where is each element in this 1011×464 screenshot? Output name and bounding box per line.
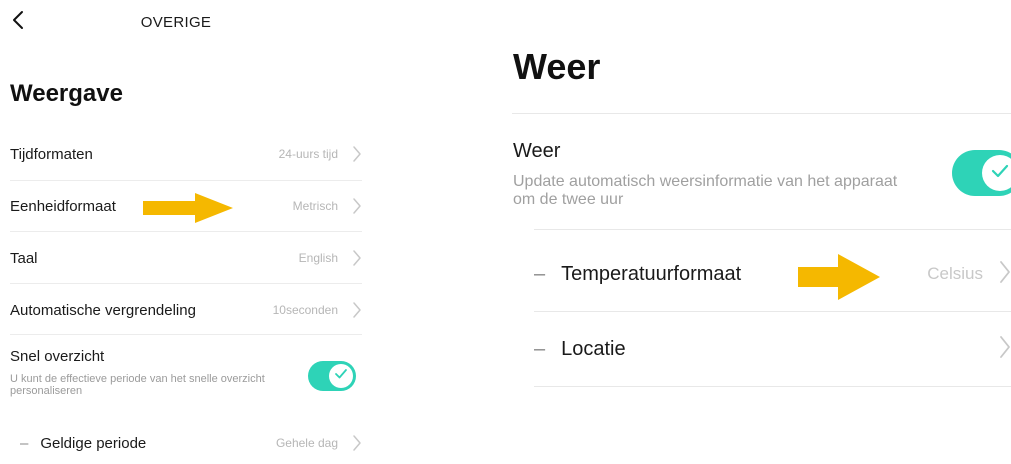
divider [534,229,1011,230]
weather-description: Update automatisch weersinformatie van h… [513,173,898,208]
quick-view-toggle[interactable] [308,361,356,391]
right-weather-panel: Weer Weer Update automatisch weersinform… [500,0,1011,464]
row-value: 24-uurs tijd [278,147,338,161]
divider [10,231,362,232]
row-location[interactable]: – Locatie [534,333,1011,365]
row-label: Automatische vergrendeling [10,301,196,319]
row-label: – Temperatuurformaat [534,263,741,286]
chevron-right-icon [352,434,362,452]
row-language[interactable]: Taal English [10,244,362,272]
sub-item-dash: – [534,262,546,285]
chevron-right-icon [352,145,362,163]
row-valid-period[interactable]: – Geldige periode Gehele dag [20,429,362,457]
sub-item-label: Temperatuurformaat [561,262,742,285]
section-title-weergave: Weergave [10,80,123,107]
arrow-right-icon [798,254,880,305]
row-auto-lock[interactable]: Automatische vergrendeling 10seconden [10,296,362,324]
toggle-knob [329,364,353,388]
sub-item-dash: – [534,337,546,360]
row-temperature-format[interactable]: – Temperatuurformaat Celsius [534,258,1011,290]
divider [534,311,1011,312]
divider [534,386,1011,387]
chevron-right-icon [352,301,362,319]
weather-label: Weer [513,140,561,162]
arrow-right-icon [143,193,233,228]
row-label: – Locatie [534,338,626,361]
divider [10,334,362,335]
row-value: Metrisch [292,199,338,213]
row-label: Taal [10,249,38,267]
row-label: Eenheidformaat [10,197,116,215]
sub-item-label: Locatie [561,337,626,360]
row-label: – Geldige periode [20,435,146,452]
quick-view-description: U kunt de effectieve periode van het sne… [10,373,265,397]
row-value: Gehele dag [275,436,338,450]
weather-toggle[interactable] [952,150,1011,196]
check-icon [990,163,1010,184]
chevron-right-icon [999,335,1011,364]
row-label: Tijdformaten [10,145,93,163]
chevron-right-icon [999,260,1011,289]
divider [512,113,1011,114]
row-value: English [298,251,338,265]
chevron-right-icon [352,197,362,215]
check-icon [334,367,348,385]
row-value: Celsius [927,264,983,283]
divider [10,283,362,284]
quick-view-label: Snel overzicht [10,348,105,365]
left-settings-panel: OVERIGE Weergave Tijdformaten 24-uurs ti… [0,0,372,464]
sub-item-dash: – [20,434,29,452]
page-title: OVERIGE [140,14,212,31]
section-title-weer: Weer [513,46,601,87]
divider [10,180,362,181]
row-time-format[interactable]: Tijdformaten 24-uurs tijd [10,140,362,168]
row-value: 10seconden [272,303,338,317]
toggle-knob [982,155,1011,191]
sub-item-label: Geldige periode [40,434,147,452]
chevron-right-icon [352,249,362,267]
